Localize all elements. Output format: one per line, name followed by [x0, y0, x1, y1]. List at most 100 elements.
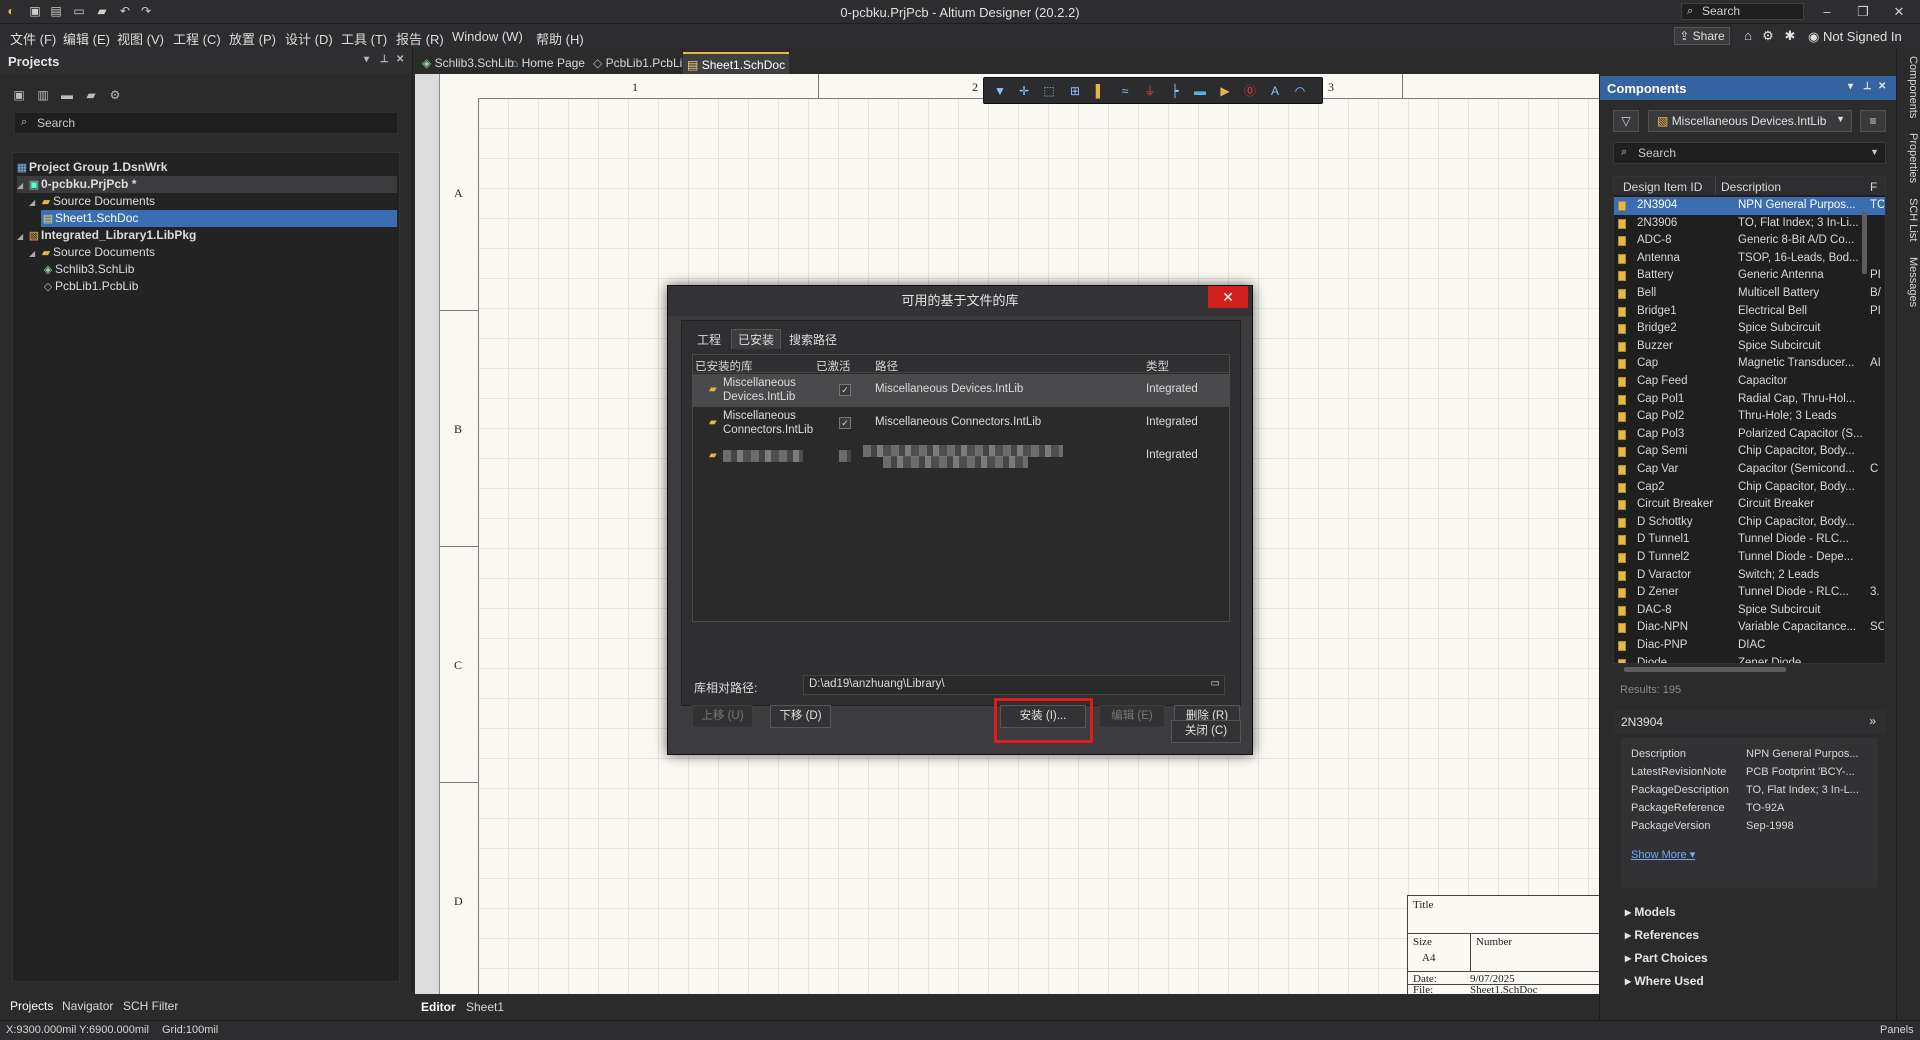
home-icon[interactable]: ⌂ — [1740, 28, 1756, 44]
menu-place[interactable]: 放置 (P) — [229, 29, 276, 48]
save-project-icon[interactable]: ▣ — [10, 86, 28, 104]
tab-sheet1[interactable]: ▤ Sheet1.SchDoc — [683, 52, 790, 74]
tab-search-path[interactable]: 搜索路径 — [782, 329, 844, 349]
save-icon[interactable]: ▣ — [28, 4, 42, 18]
component-row[interactable]: Battery Generic Antenna PI — [1614, 267, 1885, 285]
component-row[interactable]: D Schottky Chip Capacitor, Body... — [1614, 514, 1885, 532]
menu-reports[interactable]: 报告 (R) — [396, 29, 444, 48]
component-row[interactable]: Cap2 Chip Capacitor, Body... — [1614, 479, 1885, 497]
component-row[interactable]: Diode Zener Diode — [1614, 655, 1885, 663]
component-row[interactable]: ADC-8 Generic 8-Bit A/D Co... — [1614, 232, 1885, 250]
harness-icon[interactable]: ▬ — [1191, 82, 1209, 100]
expand-icon[interactable]: ◢ — [29, 194, 39, 211]
filter-button[interactable]: ▽ — [1613, 110, 1639, 132]
col-path[interactable]: 路径 — [875, 358, 898, 374]
tree-item-schlib3[interactable]: ◈ Schlib3.SchLib — [41, 261, 135, 278]
collapse-chevron-icon[interactable]: » — [1869, 714, 1876, 728]
select-icon[interactable]: ⬚ — [1040, 82, 1058, 100]
library-row[interactable]: ▰ Miscellaneous Devices.IntLib ✓ Miscell… — [693, 374, 1229, 407]
library-row[interactable]: ▰ Miscellaneous Connectors.IntLib ✓ Misc… — [693, 407, 1229, 440]
pin-icon[interactable]: ⊥ — [380, 54, 389, 65]
close-window-button[interactable]: ✕ — [1886, 2, 1912, 22]
section-references[interactable]: ▸ References — [1625, 928, 1699, 942]
arc-icon[interactable]: ◠ — [1291, 82, 1309, 100]
menu-window[interactable]: Window (W) — [452, 29, 523, 44]
tree-item-source-documents[interactable]: ◢ ▰ Source Documents — [29, 193, 155, 210]
col-activated[interactable]: 已激活 — [816, 358, 851, 374]
tab-navigator[interactable]: Navigator — [62, 999, 113, 1013]
expand-icon[interactable]: ◢ — [17, 228, 27, 245]
tab-installed[interactable]: 已安装 — [731, 329, 782, 349]
menu-file[interactable]: 文件 (F) — [10, 29, 56, 48]
component-row[interactable]: Cap Pol3 Polarized Capacitor (S... — [1614, 426, 1885, 444]
tree-item-pcb-project[interactable]: ◢ ▣ 0-pcbku.PrjPcb * — [17, 176, 397, 193]
open-icon[interactable]: ▰ — [82, 86, 100, 104]
show-more-link[interactable]: Show More ▾ — [1631, 848, 1695, 861]
component-row[interactable]: DAC-8 Spice Subcircuit — [1614, 602, 1885, 620]
component-row[interactable]: Cap Semi Chip Capacitor, Body... — [1614, 443, 1885, 461]
tree-item-integrated-library[interactable]: ◢ ▧ Integrated_Library1.LibPkg — [17, 227, 196, 244]
panels-button[interactable]: Panels — [1880, 1024, 1914, 1036]
share-button[interactable]: ⇪ Share — [1674, 27, 1730, 45]
expand-icon[interactable]: ◢ — [29, 245, 39, 262]
directive-icon[interactable]: ⓪ — [1241, 82, 1259, 100]
column-header-description[interactable]: Description — [1721, 180, 1781, 194]
pin-icon[interactable]: ⊥ — [1863, 81, 1872, 92]
column-header-f[interactable]: F — [1870, 180, 1877, 194]
settings-icon[interactable]: ⚙ — [106, 86, 124, 104]
panel-menu-icon[interactable]: ▾ — [1848, 81, 1853, 92]
align-icon[interactable]: ⊞ — [1066, 82, 1084, 100]
projects-search-input[interactable]: ⌕ Search — [14, 112, 398, 134]
browse-folder-icon[interactable]: ▭ — [1211, 678, 1220, 689]
chevron-down-icon[interactable]: ▼ — [1870, 147, 1879, 157]
power-port-icon[interactable]: ⏚ — [1141, 82, 1159, 100]
component-row[interactable]: Bell Multicell Battery B/ — [1614, 285, 1885, 303]
tab-editor[interactable]: Editor — [421, 1000, 456, 1014]
move-up-button[interactable]: 上移 (U) — [692, 705, 753, 728]
folder-icon[interactable]: ▬ — [58, 86, 76, 104]
components-search-input[interactable]: ⌕ Search ▼ — [1613, 142, 1886, 164]
dialog-close-text-button[interactable]: 关闭 (C) — [1171, 720, 1241, 743]
activated-checkbox[interactable]: ✓ — [839, 384, 851, 396]
global-search[interactable]: ⌕ Search — [1681, 3, 1804, 20]
component-row[interactable]: 2N3906 TO, Flat Index; 3 In-Li... — [1614, 215, 1885, 233]
vtab-messages[interactable]: Messages — [1899, 252, 1919, 312]
tree-item-sheet1[interactable]: ▤ Sheet1.SchDoc — [41, 210, 397, 227]
gear-icon[interactable]: ⚙ — [1760, 28, 1776, 44]
panel-close-icon[interactable]: ✕ — [1878, 81, 1886, 92]
component-row[interactable]: Circuit Breaker Circuit Breaker — [1614, 496, 1885, 514]
place-part-icon[interactable]: ▌ — [1091, 82, 1109, 100]
menu-edit[interactable]: 编辑 (E) — [63, 29, 110, 48]
tab-projects[interactable]: Projects — [10, 999, 53, 1013]
component-row[interactable]: Cap Pol1 Radial Cap, Thru-Hol... — [1614, 391, 1885, 409]
component-row[interactable]: D Tunnel2 Tunnel Diode - Depe... — [1614, 549, 1885, 567]
open-folder-icon[interactable]: ▭ — [72, 4, 86, 18]
save-all-icon[interactable]: ▤ — [49, 4, 63, 18]
detail-header[interactable]: 2N3904» — [1613, 710, 1886, 734]
tree-item-project-group[interactable]: ▦ Project Group 1.DsnWrk — [15, 159, 168, 176]
user-account[interactable]: ◉ Not Signed In — [1808, 29, 1902, 45]
component-row[interactable]: Cap Magnetic Transducer... AI — [1614, 355, 1885, 373]
library-select[interactable]: ▧ Miscellaneous Devices.IntLib ▼ — [1648, 110, 1852, 132]
menu-help[interactable]: 帮助 (H) — [536, 29, 584, 48]
dialog-close-button[interactable]: ✕ — [1208, 286, 1248, 308]
port-icon[interactable]: ▶ — [1216, 82, 1234, 100]
components-menu-button[interactable]: ≡ — [1860, 110, 1886, 132]
edit-button[interactable]: 编辑 (E) — [1099, 705, 1165, 728]
panel-menu-icon[interactable]: ▾ — [364, 54, 369, 65]
component-row[interactable]: Cap Feed Capacitor — [1614, 373, 1885, 391]
menu-tools[interactable]: 工具 (T) — [341, 29, 387, 48]
col-type[interactable]: 类型 — [1146, 358, 1169, 374]
text-icon[interactable]: A — [1266, 82, 1284, 100]
open-project-icon[interactable]: ▰ — [95, 4, 109, 18]
compile-icon[interactable]: ▥ — [34, 86, 52, 104]
vtab-properties[interactable]: Properties — [1899, 128, 1919, 188]
component-row[interactable]: Bridge1 Electrical Bell PI — [1614, 303, 1885, 321]
activated-checkbox[interactable]: ✓ — [839, 417, 851, 429]
notifications-icon[interactable]: ✱ — [1782, 28, 1798, 44]
component-row[interactable]: Cap Pol2 Thru-Hole; 3 Leads — [1614, 408, 1885, 426]
components-hscrollbar[interactable] — [1624, 667, 1786, 672]
restore-button[interactable]: ❐ — [1850, 2, 1876, 22]
component-row[interactable]: Buzzer Spice Subcircuit — [1614, 338, 1885, 356]
tab-sheet1-bottom[interactable]: Sheet1 — [466, 1000, 504, 1014]
